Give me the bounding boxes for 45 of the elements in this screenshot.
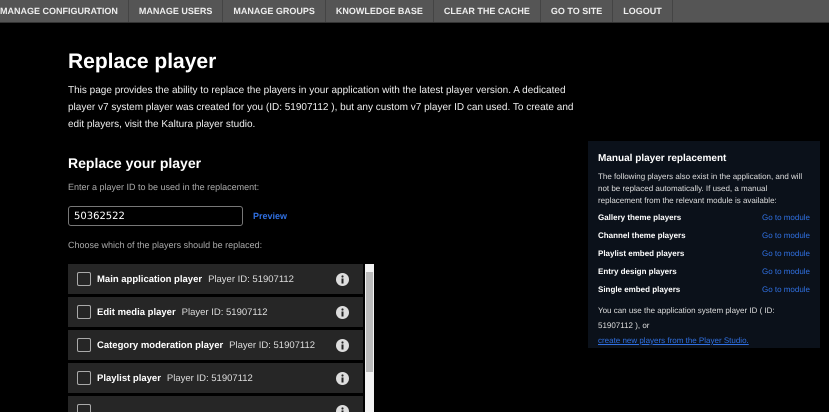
player-id: Player ID: 51907112 xyxy=(208,274,294,284)
nav-link[interactable]: CLEAR THE CACHE xyxy=(434,0,541,22)
player-id: Player ID: 51907112 xyxy=(166,372,253,384)
go-to-module-link[interactable]: Go to module xyxy=(762,249,810,258)
player-type-label: Gallery theme players xyxy=(598,213,682,222)
player-name: Category moderation player xyxy=(97,340,224,350)
player-type-label: Entry design players xyxy=(598,267,677,276)
checkbox[interactable] xyxy=(77,338,91,352)
sidebar-title: Manual player replacement xyxy=(598,153,728,164)
player-name: Edit media player xyxy=(97,306,176,318)
nav-link[interactable]: GO TO SITE xyxy=(540,0,614,22)
go-to-module-link[interactable]: Go to module xyxy=(762,213,810,222)
player-name: Playlist player xyxy=(97,372,161,384)
info-icon[interactable] xyxy=(336,372,349,384)
choose-label: Choose which of the players should be replaced: xyxy=(68,240,264,250)
player-type-label: Channel theme players xyxy=(598,231,686,240)
checkbox[interactable] xyxy=(77,272,91,286)
nav-link[interactable]: KNOWLEDGE BASE xyxy=(326,0,434,22)
sidebar-footer-text: You can use the application system player ID ( ID: 51907112 ), or create new players from the Player Studio. xyxy=(598,303,810,348)
section-title: Replace your player xyxy=(68,155,202,171)
player-type-label: Playlist embed players xyxy=(598,249,684,258)
nav-link[interactable]: LOGOUT xyxy=(613,0,673,22)
info-icon[interactable] xyxy=(336,338,349,352)
player-id-field[interactable]: 50362522 xyxy=(68,206,243,226)
info-icon[interactable] xyxy=(336,306,349,318)
checkbox[interactable] xyxy=(77,305,91,319)
nav-link[interactable]: MANAGE GROUPS xyxy=(223,0,326,22)
intro-text: This page provides the ability to replace the players in your application with the latest player version. A dedicated player v7 system player was created for you (ID: 51907112 ), but any custom v7 player ID can used. To create and edit players, visit the Kaltura player studio. xyxy=(68,84,574,132)
scrollbar[interactable] xyxy=(365,264,374,412)
player-name: Main application player xyxy=(97,274,202,284)
info-icon[interactable] xyxy=(336,272,349,286)
go-to-module-link[interactable]: Go to module xyxy=(762,285,810,294)
nav-link[interactable]: MANAGE CONFIGURATION xyxy=(0,0,129,22)
nav-link[interactable]: MANAGE USERS xyxy=(128,0,224,22)
page-title: Replace player xyxy=(68,50,218,74)
preview-link[interactable]: Preview xyxy=(253,211,288,221)
checkbox[interactable] xyxy=(77,371,91,385)
player-id: Player ID: 51907112 xyxy=(182,306,268,318)
input-label: Enter a player ID to be used in the replacement: xyxy=(68,182,260,192)
player-id: Player ID: 51907112 xyxy=(229,340,316,350)
player-studio-link[interactable]: create new players from the Player Studio. xyxy=(598,333,810,348)
player-type-label: Single embed players xyxy=(598,285,680,294)
go-to-module-link[interactable]: Go to module xyxy=(762,267,810,276)
sidebar-description: The following players also exist in the application, and will not be replaced automatically. If used, a manual replacement from the relevant module is available: xyxy=(598,171,804,207)
go-to-module-link[interactable]: Go to module xyxy=(762,231,810,240)
